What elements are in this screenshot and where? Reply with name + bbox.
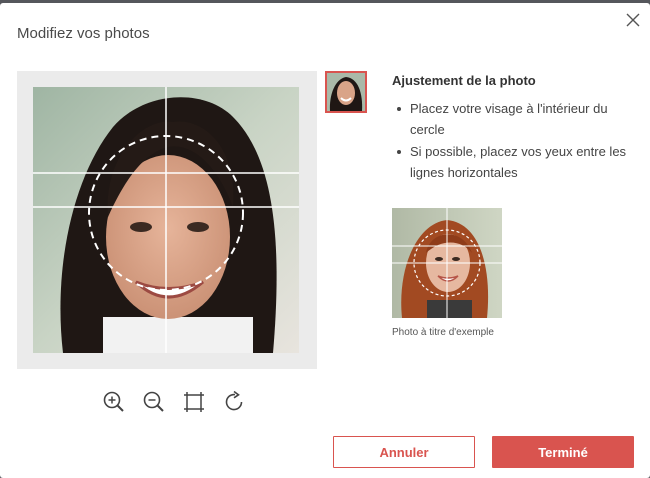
right-eye <box>187 222 209 232</box>
example-caption: Photo à titre d'exemple <box>392 327 494 338</box>
rotate-button[interactable] <box>221 389 247 415</box>
cancel-button[interactable]: Annuler <box>333 436 475 468</box>
guidance-tip: Placez votre visage à l'intérieur du cer… <box>392 98 637 140</box>
rotate-icon <box>225 390 243 411</box>
dialog-title: Modifiez vos photos <box>17 25 150 42</box>
photo-edit-dialog: Modifiez vos photos Ajustement de la pho… <box>0 3 650 478</box>
editor-toolbar <box>101 389 247 415</box>
zoom-in-button[interactable] <box>101 389 127 415</box>
crop-editor <box>17 71 317 369</box>
guidance-tips: Placez votre visage à l'intérieur du cer… <box>392 98 637 184</box>
zoom-in-icon <box>103 391 124 412</box>
example-photo <box>392 208 502 318</box>
guidance-tip: Si possible, placez vos yeux entre les l… <box>392 141 637 183</box>
guidance-heading: Ajustement de la photo <box>392 73 536 88</box>
close-icon <box>626 13 640 27</box>
zoom-out-icon <box>143 391 164 412</box>
zoom-out-button[interactable] <box>141 389 167 415</box>
fit-frame-icon <box>184 392 204 412</box>
selected-photo-thumbnail[interactable] <box>325 71 367 113</box>
done-button[interactable]: Terminé <box>492 436 634 468</box>
close-button[interactable] <box>624 11 642 29</box>
crop-photo[interactable] <box>33 87 299 353</box>
fit-frame-button[interactable] <box>181 389 207 415</box>
shirt <box>103 317 253 353</box>
left-eye <box>130 222 152 232</box>
